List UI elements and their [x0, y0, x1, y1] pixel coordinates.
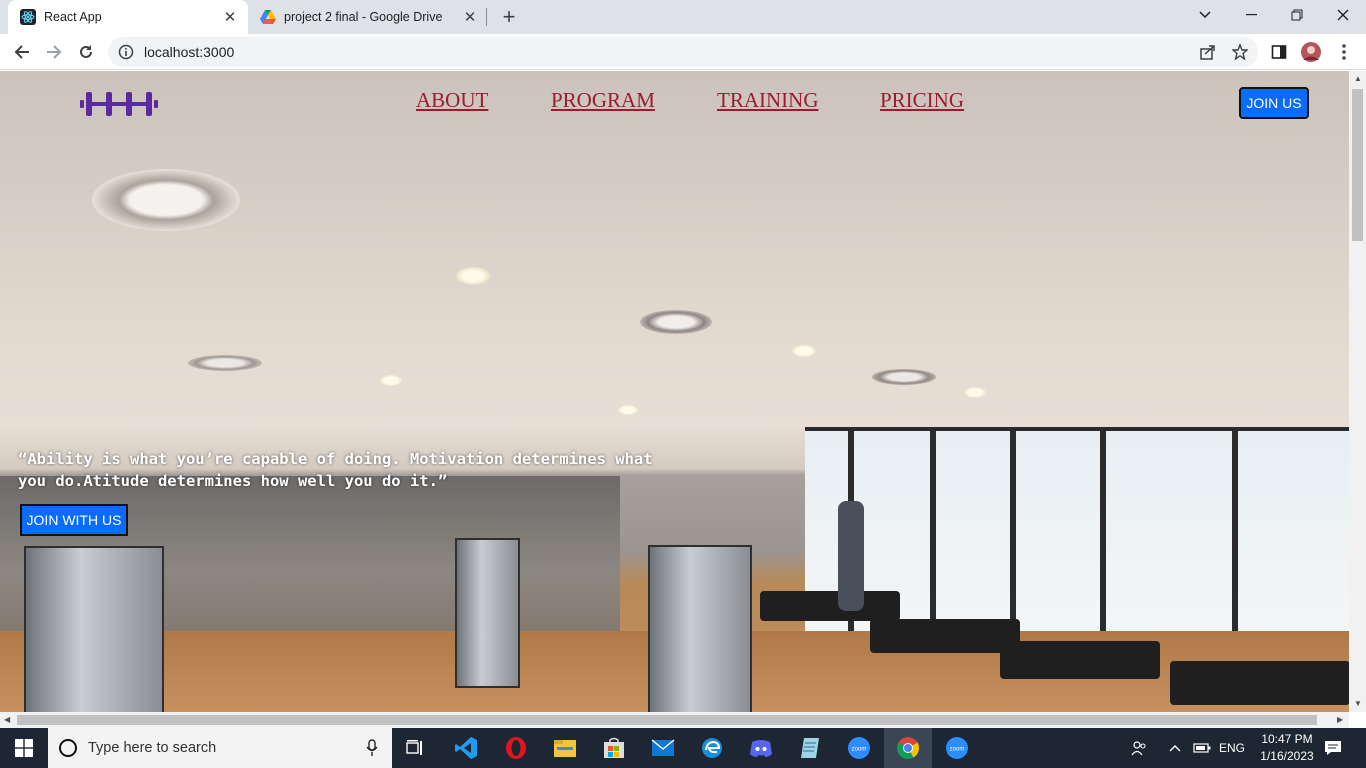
- scroll-down-icon[interactable]: ▼: [1354, 699, 1362, 708]
- join-with-us-button[interactable]: JOIN WITH US: [20, 504, 128, 536]
- notifications-icon[interactable]: [1324, 728, 1342, 768]
- tab-search-icon[interactable]: [1182, 0, 1228, 30]
- zoom-icon[interactable]: zoom: [845, 734, 873, 762]
- hero-quote: “Ability is what you’re capable of doing…: [18, 450, 653, 490]
- nav-program-link[interactable]: PROGRAM: [551, 88, 655, 113]
- taskbar-search-box[interactable]: Type here to search: [48, 728, 392, 768]
- profile-avatar[interactable]: [1300, 41, 1322, 63]
- address-bar[interactable]: localhost:3000: [108, 37, 1258, 67]
- ceiling-light: [792, 345, 816, 357]
- tab-divider: [486, 8, 487, 26]
- forward-icon[interactable]: [40, 38, 68, 66]
- battery-icon[interactable]: [1193, 728, 1211, 768]
- react-icon: [20, 9, 36, 25]
- close-window-icon[interactable]: [1320, 0, 1366, 30]
- back-icon[interactable]: [8, 38, 36, 66]
- bookmark-star-icon[interactable]: [1229, 41, 1251, 63]
- zoom-icon[interactable]: zoom: [943, 734, 971, 762]
- treadmill: [1170, 661, 1349, 705]
- url-text: localhost:3000: [144, 44, 235, 60]
- weight-machine: [648, 545, 752, 712]
- browser-menu-icon[interactable]: [1333, 41, 1355, 63]
- vscode-icon[interactable]: [452, 734, 480, 762]
- ceiling-vent: [92, 169, 240, 231]
- browser-tab-strip: React App ✕ project 2 final - Google Dri…: [0, 0, 1366, 34]
- ceiling-vent: [640, 310, 712, 334]
- tab-title: React App: [44, 10, 102, 24]
- google-drive-icon: [260, 10, 276, 24]
- treadmill: [870, 619, 1020, 653]
- ceiling-light: [964, 387, 986, 398]
- site-info-icon[interactable]: [118, 44, 134, 60]
- nav-about-link[interactable]: ABOUT: [416, 88, 488, 113]
- scroll-left-icon[interactable]: ◀: [4, 715, 10, 724]
- windows-start-icon[interactable]: [0, 728, 48, 768]
- person-on-treadmill: [838, 501, 864, 611]
- show-hidden-icons-chevron-icon[interactable]: [1169, 728, 1181, 768]
- chrome-icon[interactable]: [894, 734, 922, 762]
- browser-toolbar: localhost:3000: [0, 34, 1366, 70]
- nav-pricing-link[interactable]: PRICING: [880, 88, 964, 113]
- close-tab-icon[interactable]: ✕: [220, 7, 240, 27]
- microsoft-store-icon[interactable]: [600, 734, 628, 762]
- clock-time: 10:47 PM: [1261, 732, 1313, 746]
- scrollbar-thumb[interactable]: [17, 715, 1317, 725]
- scroll-up-icon[interactable]: ▲: [1354, 74, 1362, 83]
- microphone-icon[interactable]: [366, 739, 378, 757]
- minimize-icon[interactable]: [1228, 0, 1274, 30]
- scrollbar-thumb[interactable]: [1352, 89, 1363, 241]
- restore-icon[interactable]: [1274, 0, 1320, 30]
- cortana-icon: [59, 739, 77, 757]
- treadmill: [760, 591, 900, 621]
- file-explorer-icon[interactable]: [551, 734, 579, 762]
- ceiling-vent: [872, 369, 936, 385]
- horizontal-scrollbar[interactable]: ◀ ▶: [0, 712, 1349, 728]
- notepad-icon[interactable]: [796, 734, 824, 762]
- people-icon[interactable]: [1131, 728, 1147, 768]
- close-tab-icon[interactable]: ✕: [460, 7, 480, 27]
- nav-training-link[interactable]: TRAINING: [717, 88, 818, 113]
- language-indicator[interactable]: ENG: [1219, 728, 1245, 768]
- tab-title: project 2 final - Google Drive: [284, 10, 443, 24]
- vertical-scrollbar[interactable]: ▲ ▼: [1349, 71, 1366, 712]
- join-us-button[interactable]: JOIN US: [1239, 87, 1309, 119]
- svg-text:zoom: zoom: [950, 747, 965, 753]
- treadmill: [1000, 641, 1160, 679]
- edge-icon[interactable]: [698, 734, 726, 762]
- reload-icon[interactable]: [72, 38, 100, 66]
- gym-hero-background: [0, 71, 1349, 712]
- search-placeholder: Type here to search: [88, 740, 217, 756]
- page-viewport: ABOUT PROGRAM TRAINING PRICING JOIN US “…: [0, 71, 1349, 712]
- taskbar-clock[interactable]: 10:47 PM 1/16/2023: [1254, 731, 1320, 765]
- ceiling-light: [380, 375, 402, 386]
- windows-taskbar: Type here to search zoom zoom ENG 10:47 …: [0, 728, 1366, 768]
- mail-icon[interactable]: [649, 734, 677, 762]
- clock-date: 1/16/2023: [1260, 749, 1314, 763]
- tab-react-app[interactable]: React App ✕: [8, 0, 248, 34]
- ceiling-vent: [188, 355, 262, 371]
- share-icon[interactable]: [1197, 41, 1219, 63]
- tab-google-drive[interactable]: project 2 final - Google Drive ✕: [248, 0, 488, 34]
- ceiling-light: [456, 267, 490, 285]
- weight-machine: [455, 538, 520, 688]
- side-panel-icon[interactable]: [1268, 41, 1290, 63]
- scroll-right-icon[interactable]: ▶: [1337, 715, 1343, 724]
- ceiling-light: [618, 405, 638, 415]
- discord-icon[interactable]: [747, 734, 775, 762]
- new-tab-button[interactable]: +: [496, 4, 522, 29]
- opera-icon[interactable]: [502, 734, 530, 762]
- task-view-icon[interactable]: [402, 734, 430, 762]
- svg-text:zoom: zoom: [852, 747, 867, 753]
- weight-machine: [24, 546, 164, 712]
- dumbbell-logo-icon[interactable]: [80, 90, 160, 118]
